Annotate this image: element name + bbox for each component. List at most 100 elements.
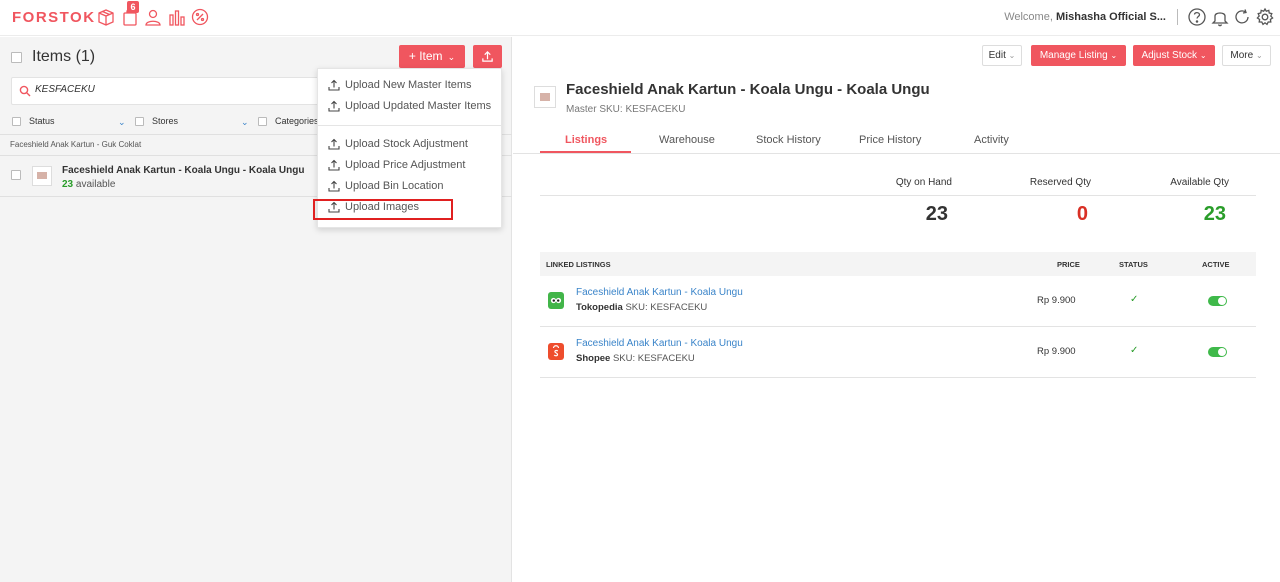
- shopee-icon: [548, 343, 564, 360]
- menu-item-label: Upload Bin Location: [345, 180, 444, 192]
- filter-stores-label: Stores: [152, 116, 179, 126]
- linked-listing-row: Faceshield Anak Kartun - Koala Ungu Shop…: [540, 327, 1256, 378]
- notification-badge: 6: [127, 1, 139, 13]
- tab-listings[interactable]: Listings: [565, 134, 607, 146]
- chevron-down-icon[interactable]: ⌄: [118, 117, 126, 128]
- linked-listings-title: LINKED LISTINGS: [546, 260, 611, 269]
- filter-status[interactable]: Status: [12, 116, 55, 127]
- active-toggle[interactable]: [1208, 347, 1227, 357]
- forstok-logo[interactable]: FORSTOK: [12, 9, 96, 26]
- filter-stores-checkbox[interactable]: [135, 117, 144, 127]
- manage-listing-label: Manage Listing: [1039, 50, 1108, 61]
- select-all-checkbox[interactable]: [11, 52, 22, 63]
- listing-name-link[interactable]: Faceshield Anak Kartun - Koala Ungu: [576, 287, 743, 298]
- check-icon: ✓: [1130, 294, 1139, 305]
- menu-item-label: Upload New Master Items: [345, 79, 472, 91]
- analytics-icon[interactable]: [167, 7, 187, 27]
- menu-item-label: Upload Price Adjustment: [345, 159, 466, 171]
- active-toggle[interactable]: [1208, 296, 1227, 306]
- product-sku: Master SKU: KESFACEKU: [566, 104, 686, 115]
- listing-price: Rp 9.900: [1037, 295, 1076, 306]
- user-name[interactable]: Mishasha Official S...: [1056, 11, 1166, 23]
- listing-sku-text: SKU: KESFACEKU: [622, 302, 708, 313]
- reserved-qty-label: Reserved Qty: [1029, 177, 1091, 188]
- row-checkbox[interactable]: [11, 170, 21, 180]
- menu-item-label: Upload Updated Master Items: [345, 100, 492, 112]
- reserved-qty-value: 0: [1076, 203, 1088, 225]
- listing-sku: Tokopedia SKU: KESFACEKU: [576, 302, 707, 313]
- user-icon[interactable]: [143, 7, 163, 27]
- listing-name-link[interactable]: Faceshield Anak Kartun - Koala Ungu: [576, 338, 743, 349]
- tab-activity[interactable]: Activity: [974, 134, 1009, 146]
- filter-categories[interactable]: Categories: [258, 116, 319, 127]
- tabs-divider: [513, 153, 1280, 154]
- menu-divider: [318, 125, 503, 126]
- tab-warehouse[interactable]: Warehouse: [659, 134, 715, 146]
- tab-price-history[interactable]: Price History: [859, 134, 921, 146]
- refresh-icon[interactable]: [1232, 7, 1252, 27]
- box-icon[interactable]: [96, 7, 116, 27]
- bell-icon[interactable]: [1210, 7, 1230, 27]
- filter-status-checkbox[interactable]: [12, 117, 21, 127]
- upload-button[interactable]: [473, 45, 502, 68]
- upload-icon: [328, 79, 340, 91]
- menu-upload-stock-adjustment[interactable]: Upload Stock Adjustment: [318, 135, 503, 155]
- menu-item-label: Upload Stock Adjustment: [345, 138, 468, 150]
- filter-stores[interactable]: Stores: [135, 116, 179, 127]
- welcome-text: Welcome, Mishasha Official S...: [1004, 11, 1166, 23]
- divider: [540, 195, 1256, 196]
- welcome-prefix: Welcome,: [1004, 11, 1056, 23]
- filter-categories-checkbox[interactable]: [258, 117, 267, 127]
- listing-marketplace: Shopee: [576, 353, 611, 364]
- menu-upload-new-master-items[interactable]: Upload New Master Items: [318, 76, 503, 96]
- group-label: Faceshield Anak Kartun - Guk Coklat: [10, 140, 142, 149]
- manage-listing-button[interactable]: Manage Listing ⌄: [1031, 45, 1126, 66]
- add-item-button[interactable]: + Item ⌄: [399, 45, 465, 68]
- item-availability: 23 available: [62, 179, 115, 190]
- upload-icon: [328, 180, 340, 192]
- upload-icon: [482, 51, 493, 62]
- item-title[interactable]: Faceshield Anak Kartun - Koala Ungu - Ko…: [62, 165, 304, 176]
- listing-marketplace: Tokopedia: [576, 302, 623, 313]
- check-icon: ✓: [1130, 345, 1139, 356]
- active-tab-indicator: [540, 151, 631, 153]
- status-column-header: STATUS: [1119, 260, 1148, 269]
- filter-categories-label: Categories: [275, 116, 319, 126]
- listing-price: Rp 9.900: [1037, 346, 1076, 357]
- top-bar: FORSTOK 6 Welcome, Mishasha Official S..…: [0, 0, 1280, 36]
- menu-upload-bin-location[interactable]: Upload Bin Location: [318, 177, 503, 197]
- product-title: Faceshield Anak Kartun - Koala Ungu - Ko…: [566, 81, 930, 98]
- search-input[interactable]: [35, 84, 315, 95]
- linked-listings-header: LINKED LISTINGS PRICE STATUS ACTIVE: [540, 252, 1256, 276]
- more-button[interactable]: More ⌄: [1222, 45, 1271, 66]
- gear-icon[interactable]: [1255, 7, 1275, 27]
- price-column-header: PRICE: [1057, 260, 1080, 269]
- qty-on-hand-value: 23: [925, 203, 948, 225]
- chevron-down-icon: ⌄: [1110, 51, 1118, 60]
- more-label: More: [1230, 50, 1254, 61]
- menu-upload-updated-master-items[interactable]: Upload Updated Master Items: [318, 97, 503, 117]
- qty-on-hand-label: Qty on Hand: [895, 177, 952, 188]
- search-box[interactable]: [11, 77, 321, 105]
- item-qty: 23: [62, 179, 74, 190]
- upload-icon: [328, 159, 340, 171]
- topbar-divider: [1177, 9, 1178, 25]
- adjust-stock-button[interactable]: Adjust Stock ⌄: [1133, 45, 1215, 66]
- chevron-down-icon[interactable]: ⌄: [241, 117, 249, 128]
- search-icon: [19, 85, 31, 97]
- chevron-down-icon: ⌄: [1199, 51, 1207, 60]
- highlight-box: [313, 199, 453, 220]
- tab-stock-history[interactable]: Stock History: [756, 134, 821, 146]
- help-icon[interactable]: [1187, 7, 1207, 27]
- upload-icon: [328, 100, 340, 112]
- adjust-stock-label: Adjust Stock: [1141, 50, 1198, 61]
- edit-button[interactable]: Edit ⌄: [982, 45, 1022, 66]
- item-qty-suffix: available: [73, 179, 116, 190]
- items-title: Items (1): [32, 48, 96, 65]
- listing-sku: Shopee SKU: KESFACEKU: [576, 353, 695, 364]
- promo-icon[interactable]: [190, 7, 210, 27]
- filter-status-label: Status: [29, 116, 55, 126]
- available-qty-value: 23: [1203, 203, 1226, 225]
- menu-upload-price-adjustment[interactable]: Upload Price Adjustment: [318, 156, 503, 176]
- item-thumbnail: [32, 166, 52, 186]
